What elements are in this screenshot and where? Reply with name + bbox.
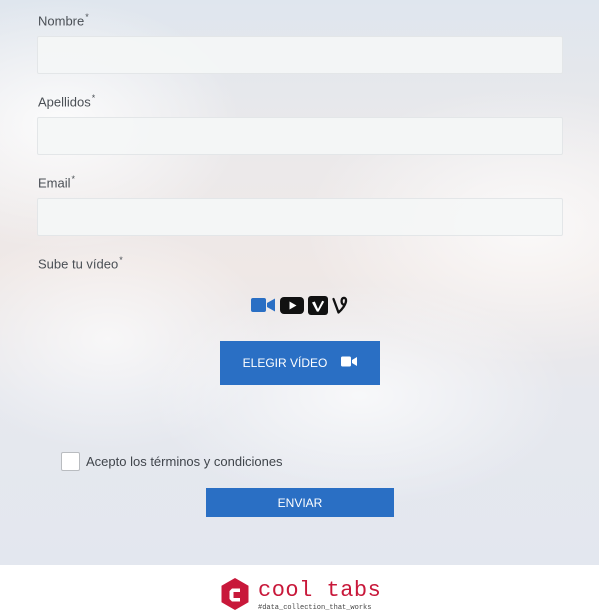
vine-icon	[332, 296, 349, 315]
brand-tagline: #data_collection_that_works	[258, 604, 372, 612]
email-label: Email*	[38, 174, 76, 191]
terms-checkbox[interactable]	[61, 451, 80, 471]
cooltabs-logo-icon	[220, 577, 250, 616]
terms-row: Acepto los términos y condiciones	[61, 451, 283, 471]
video-sources	[251, 295, 349, 315]
vimeo-icon	[308, 295, 328, 315]
youtube-icon	[280, 296, 304, 314]
last-name-input[interactable]	[37, 117, 563, 155]
first-name-label: Nombre*	[38, 12, 89, 29]
video-camera-icon	[341, 356, 358, 370]
choose-video-button[interactable]: ELEGIR VÍDEO	[220, 341, 380, 385]
last-name-label: Apellidos*	[38, 93, 96, 110]
choose-video-label: ELEGIR VÍDEO	[242, 356, 328, 370]
email-input[interactable]	[37, 198, 563, 236]
terms-label[interactable]: Acepto los términos y condiciones	[86, 454, 283, 469]
submit-button[interactable]: ENVIAR	[206, 488, 394, 517]
brand-name: cool tabs	[258, 578, 382, 603]
sky-background	[0, 0, 599, 565]
video-camera-icon	[251, 297, 276, 313]
brand-logo[interactable]: cool tabs #data_collection_that_works	[220, 577, 381, 616]
footer: cool tabs #data_collection_that_works	[0, 565, 599, 616]
first-name-input[interactable]	[37, 36, 563, 74]
video-upload-label: Sube tu vídeo*	[38, 255, 123, 272]
